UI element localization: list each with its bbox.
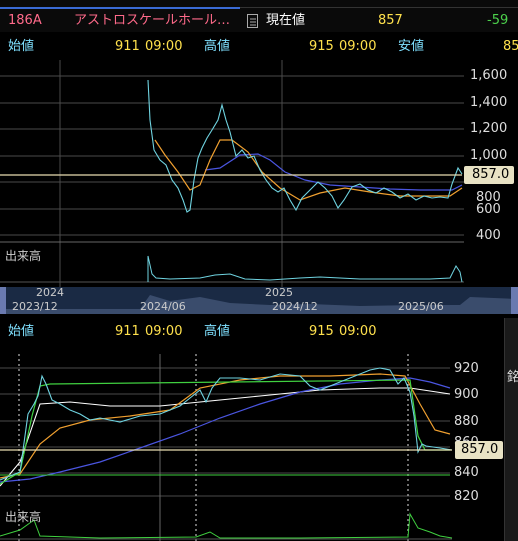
bottom-volume-label: 出来高: [5, 510, 42, 524]
bottom-volume-series: [0, 512, 453, 539]
bottom-price-series: [0, 367, 453, 481]
nav-date-2023-12: 2023/12: [12, 300, 58, 313]
header-bar: 186A アストロスケールホール… 現在値 857 -59: [0, 0, 518, 32]
open-value-2: 911: [115, 324, 140, 339]
top-tick-1400: 1,400: [470, 95, 508, 110]
top-tick-1000: 1,000: [470, 148, 508, 163]
nav-date-2024-12: 2024/12: [272, 300, 318, 313]
top-volume-label: 出来高: [5, 249, 42, 263]
high-time: 09:00: [339, 39, 377, 54]
low-label: 安値: [398, 39, 425, 54]
top-chart[interactable]: [0, 60, 518, 288]
navigator-left-handle: [0, 287, 6, 314]
open-value: 911: [115, 39, 140, 54]
high-value-2: 915: [309, 324, 334, 339]
current-price-value: 857: [378, 13, 403, 28]
open-label: 始値: [8, 39, 35, 54]
bottom-right-edge-text: 銘: [507, 370, 518, 385]
list-icon[interactable]: [247, 14, 258, 28]
range-navigator[interactable]: 2024 2025 2023/12 2024/06 2024/12 2025/0…: [0, 286, 518, 314]
ohlc-row-top: 始値 911 09:00 高値 915 09:00 安値 85: [0, 32, 518, 60]
bottom-tick-840: 840: [454, 465, 479, 480]
header-accent-line: [0, 7, 240, 9]
nav-date-2025-06: 2025/06: [398, 300, 444, 313]
bottom-tick-820: 820: [454, 489, 479, 504]
bottom-tick-920: 920: [454, 361, 479, 376]
high-label-2: 高値: [204, 324, 231, 339]
bottom-ma-green: [0, 379, 450, 485]
navigator-right-handle: [511, 287, 518, 314]
top-volume-series: [147, 255, 463, 283]
stock-name[interactable]: アストロスケールホール…: [74, 11, 244, 31]
stock-code[interactable]: 186A: [8, 11, 42, 31]
top-price-series: [147, 79, 463, 213]
current-price-label: 現在値: [266, 13, 306, 28]
top-tick-600: 600: [476, 202, 501, 217]
bottom-ma-long: [0, 387, 451, 487]
bottom-tick-880: 880: [454, 414, 479, 429]
low-value-partial: 85: [503, 39, 518, 54]
bottom-ma-short: [0, 373, 451, 479]
top-ma-mid: [204, 153, 463, 191]
price-change: -59: [487, 13, 509, 28]
nav-date-2024-06: 2024/06: [140, 300, 186, 313]
top-chart-grid: [0, 60, 464, 288]
high-time-2: 09:00: [339, 324, 377, 339]
open-time: 09:00: [145, 39, 183, 54]
bottom-chart-grid: [0, 367, 450, 497]
header-accent-line-dim: [240, 7, 518, 8]
bottom-current-price-tag: 857.0: [455, 441, 503, 459]
bottom-chart[interactable]: [0, 344, 518, 541]
open-label-2: 始値: [8, 324, 35, 339]
high-value: 915: [309, 39, 334, 54]
high-label: 高値: [204, 39, 231, 54]
bottom-tick-900: 900: [454, 387, 479, 402]
top-tick-1200: 1,200: [470, 121, 508, 136]
top-tick-400: 400: [476, 228, 501, 243]
top-current-price-tag: 857.0: [464, 166, 514, 184]
bottom-right-panel-edge[interactable]: 銘: [504, 318, 518, 541]
open-time-2: 09:00: [145, 324, 183, 339]
top-tick-1600: 1,600: [470, 68, 508, 83]
ohlc-row-bottom: 始値 911 09:00 高値 915 09:00: [0, 318, 518, 344]
